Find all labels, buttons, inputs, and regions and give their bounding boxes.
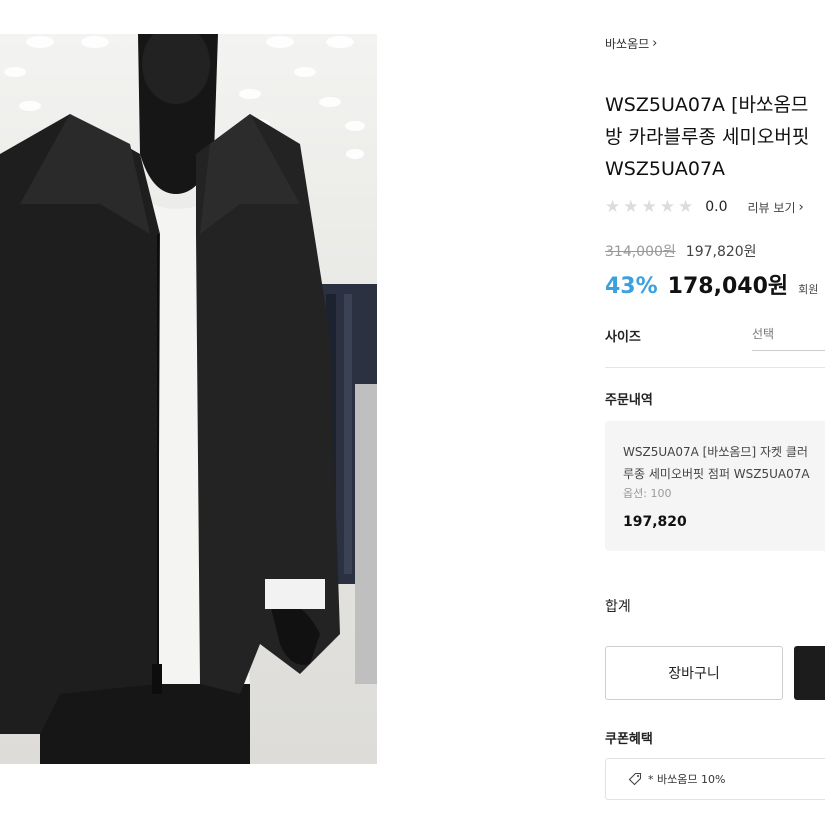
add-to-cart-button[interactable]: 장바구니 (605, 646, 783, 700)
coupon-section-label: 쿠폰혜택 (605, 732, 653, 747)
order-item-name: WSZ5UA07A [바쏘옴므] 자켓 클러 루종 세미오버핏 점퍼 WSZ5U… (623, 441, 825, 485)
chevron-right-icon: › (798, 199, 804, 215)
divider (605, 367, 825, 368)
brand-link[interactable]: 바쏘옴므 › (605, 35, 657, 52)
member-price-row: 43% 178,040원 회원 (605, 268, 818, 300)
review-link-label: 리뷰 보기 (747, 200, 796, 215)
member-price: 178,040원 (667, 274, 789, 299)
original-price: 314,000원 (605, 244, 676, 260)
member-label: 회원 (798, 283, 819, 296)
chevron-right-icon: › (652, 36, 658, 51)
rating-stars: ★ ★ ★ ★ ★ (605, 197, 693, 217)
review-link[interactable]: 리뷰 보기 › (748, 199, 804, 216)
buy-now-button[interactable] (794, 646, 825, 700)
order-item-name-line: WSZ5UA07A [바쏘옴므] 자켓 클러 (623, 445, 808, 459)
title-line: WSZ5UA07A (605, 158, 726, 180)
rating-row: ★ ★ ★ ★ ★ 0.0 리뷰 보기 › (605, 197, 804, 217)
coupon-text: * 바쏘옴므 10% (648, 773, 726, 786)
star-icon: ★ (605, 197, 621, 217)
title-line: 방 카라블루종 세미오버핏 (605, 126, 810, 148)
brand-name: 바쏘옴므 (605, 37, 650, 51)
order-item-price: 197,820 (623, 514, 687, 530)
star-icon: ★ (641, 197, 657, 217)
star-icon: ★ (623, 197, 639, 217)
order-item: WSZ5UA07A [바쏘옴므] 자켓 클러 루종 세미오버핏 점퍼 WSZ5U… (605, 421, 825, 551)
tag-icon (628, 772, 642, 786)
coupon-item[interactable]: * 바쏘옴므 10% (605, 758, 825, 800)
order-item-option: 옵션: 100 (623, 487, 672, 500)
size-label: 사이즈 (605, 330, 641, 345)
product-image[interactable] (0, 34, 377, 764)
title-line: WSZ5UA07A [바쏘옴므 (605, 94, 809, 116)
product-title: WSZ5UA07A [바쏘옴므 방 카라블루종 세미오버핏 WSZ5UA07A (605, 89, 825, 185)
sale-price: 197,820원 (685, 244, 757, 260)
order-item-name-line: 루종 세미오버핏 점퍼 WSZ5UA07A (623, 467, 810, 481)
rating-value: 0.0 (705, 199, 728, 215)
size-select[interactable]: 선택 (752, 318, 825, 351)
star-icon: ★ (659, 197, 675, 217)
jacket-mannequin-photo (0, 34, 377, 764)
star-icon: ★ (678, 197, 694, 217)
order-section-label: 주문내역 (605, 393, 653, 408)
price-row: 314,000원 197,820원 (605, 241, 757, 261)
total-label: 합계 (605, 599, 631, 615)
discount-rate: 43% (605, 274, 658, 299)
